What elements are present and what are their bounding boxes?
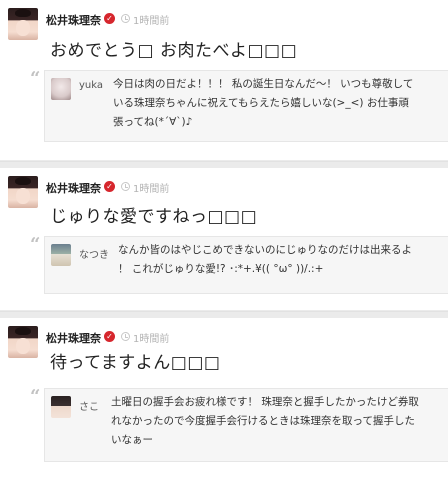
author-name[interactable]: 松井珠理奈: [46, 180, 101, 196]
verified-badge-icon: ✓: [104, 331, 115, 342]
quote-icon: “: [30, 234, 41, 255]
avatar-face: [16, 20, 30, 36]
avatar-face: [16, 188, 30, 204]
divider: [0, 161, 448, 162]
verified-badge-icon: ✓: [104, 181, 115, 192]
post-text: じゅりな愛ですねっ□□□: [50, 207, 258, 227]
post-card: 松井珠理奈 ✓ 1時間前 おめでとう□ お肉たべよ□□□ “ yuka 今日は肉…: [0, 0, 448, 160]
reply-text-line: れなかったので今度握手会行けるときは珠理奈を取って握手した: [111, 415, 415, 427]
post-time[interactable]: 1時間前: [133, 330, 169, 345]
hair-bow: [15, 9, 31, 17]
reply-text-line: いる珠理奈ちゃんに祝えてもらえたら嬉しいな(>_<) お仕事頑: [113, 97, 409, 109]
verified-badge-icon: ✓: [104, 13, 115, 24]
post-time[interactable]: 1時間前: [133, 180, 169, 195]
author-name[interactable]: 松井珠理奈: [46, 330, 101, 346]
reply-text-line: いなぁー: [111, 434, 153, 446]
reply-author[interactable]: さこ: [79, 398, 99, 413]
reply-avatar[interactable]: [51, 244, 71, 266]
reply-box: さこ 土曜日の握手会お疲れ様です！ 珠理奈と握手したかったけど券取 れなかったの…: [44, 388, 448, 462]
reply-avatar[interactable]: [51, 78, 71, 100]
clock-icon: [121, 182, 130, 191]
post-text: 待ってますよん□□□: [50, 353, 221, 373]
avatar[interactable]: [8, 176, 38, 208]
hair-bow: [15, 327, 31, 335]
reply-box: yuka 今日は肉の日だよ！！！ 私の誕生日なんだ〜！ いつも尊敬して いる珠理…: [44, 70, 448, 142]
quote-icon: “: [30, 68, 41, 89]
clock-icon: [121, 332, 130, 341]
post-text: おめでとう□ お肉たべよ□□□: [50, 41, 298, 61]
reply-text-line: 土曜日の握手会お疲れ様です！ 珠理奈と握手したかったけど券取: [111, 396, 419, 408]
reply-text-line: ！ これがじゅりな愛!? ･:*+.¥(( °ω° ))/.:+: [118, 263, 324, 275]
post-card: 松井珠理奈 ✓ 1時間前 じゅりな愛ですねっ□□□ “ なつき なんか皆のはやじ…: [0, 168, 448, 310]
comment-feed: 松井珠理奈 ✓ 1時間前 おめでとう□ お肉たべよ□□□ “ yuka 今日は肉…: [0, 0, 448, 480]
reply-author[interactable]: yuka: [79, 80, 103, 91]
post-card: 松井珠理奈 ✓ 1時間前 待ってますよん□□□ “ さこ 土曜日の握手会お疲れ様…: [0, 318, 448, 480]
reply-avatar[interactable]: [51, 396, 71, 418]
clock-icon: [121, 14, 130, 23]
hair-bow: [15, 177, 31, 185]
avatar-face: [16, 338, 30, 354]
reply-author[interactable]: なつき: [79, 246, 109, 261]
divider: [0, 311, 448, 312]
post-time[interactable]: 1時間前: [133, 12, 169, 27]
reply-text-line: 張ってね(*´∀`)♪: [113, 116, 193, 128]
author-name[interactable]: 松井珠理奈: [46, 12, 101, 28]
avatar[interactable]: [8, 8, 38, 40]
quote-icon: “: [30, 386, 41, 407]
reply-box: なつき なんか皆のはやじこめできないのにじゅりなのだけは出来るよ ！ これがじゅ…: [44, 236, 448, 294]
reply-text-line: なんか皆のはやじこめできないのにじゅりなのだけは出来るよ: [118, 244, 412, 256]
avatar[interactable]: [8, 326, 38, 358]
reply-text-line: 今日は肉の日だよ！！！ 私の誕生日なんだ〜！ いつも尊敬して: [113, 78, 414, 90]
